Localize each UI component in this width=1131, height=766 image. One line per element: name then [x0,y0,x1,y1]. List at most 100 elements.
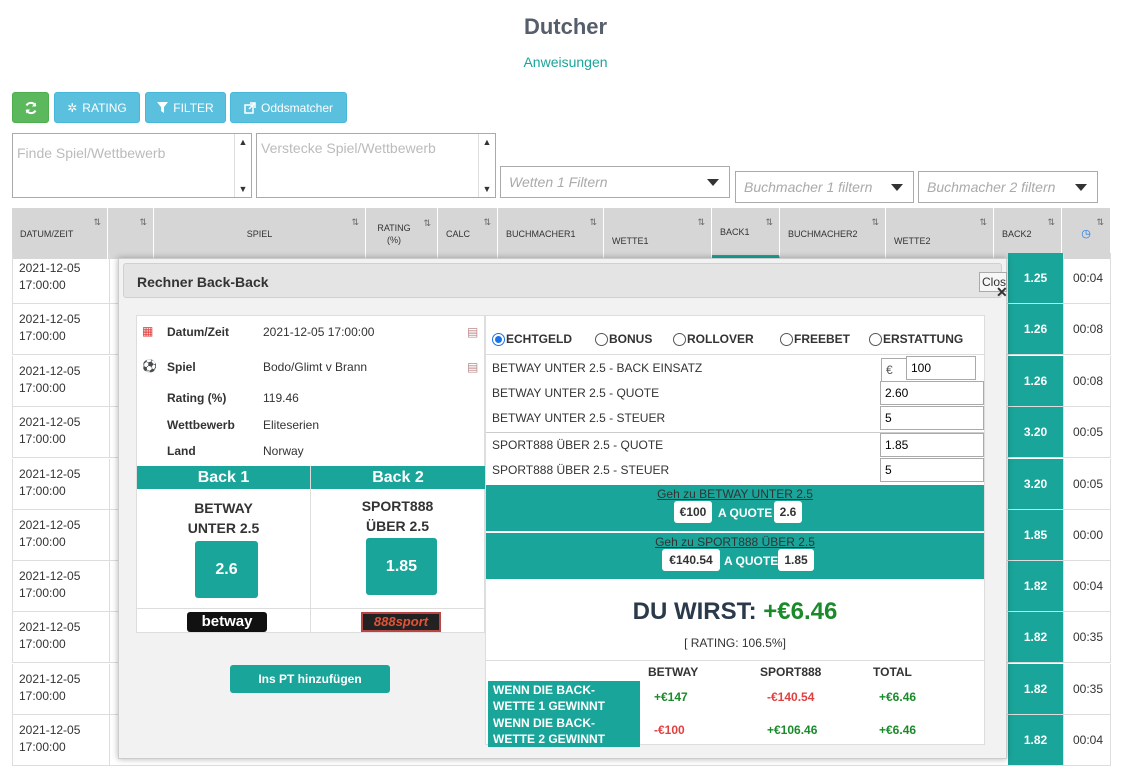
goto-sport888-panel: Geh zu SPORT888 ÜBER 2.5 €140.54 A QUOTE… [486,533,984,579]
goto1-odds: 2.6 [774,501,802,523]
mode-bonus-label: BONUS [609,332,653,346]
888sport-logo[interactable]: 888sport [361,612,441,632]
hide-game-input[interactable]: Verstecke Spiel/Wettbewerb ▲ ▼ [256,133,496,198]
currency-addon: € [881,358,907,382]
row-back2[interactable]: 1.82 [1008,561,1063,611]
result-rating: [ RATING: 106.5%] [684,636,786,650]
mode-erstattung-radio[interactable]: ERSTATTUNG [869,332,963,346]
row-time: 17:00:00 [19,381,66,395]
back2-selection: SPORT888 ÜBER 2.5 [311,496,484,536]
sort-icon: ⇅ [93,217,101,227]
row-back2[interactable]: 3.20 [1008,459,1063,509]
clock-icon: ◷ [1081,228,1091,240]
quote1-label: BETWAY UNTER 2.5 - QUOTE [492,386,660,400]
mode-bonus-radio[interactable]: BONUS [595,332,652,346]
bet1-filter-select[interactable]: Wetten 1 Filtern [500,166,730,198]
find-scrollbar[interactable]: ▲ ▼ [234,134,251,197]
mode-erstattung-label: ERSTATTUNG [883,332,964,346]
row1-betway: +€147 [654,690,688,704]
close-icon[interactable]: ✕ [996,284,1008,301]
row-updated: 00:08 [1063,304,1112,354]
wettbewerb-value: Eliteserien [263,418,320,432]
copy-icon[interactable]: ▤ [467,360,478,374]
col-bookmaker2[interactable]: BUCHMACHER2 ⇅ [780,208,886,259]
instructions-link[interactable]: Anweisungen [0,54,1131,70]
col-calc[interactable]: CALC ⇅ [438,208,498,259]
row2-total: +€6.46 [879,723,917,737]
bookmaker2-filter-placeholder: Buchmacher 2 filtern [927,179,1056,195]
tax1-input[interactable]: 5 [880,406,984,430]
row-back2[interactable]: 1.26 [1008,304,1063,354]
mode-rollover-radio[interactable]: ROLLOVER [673,332,754,346]
betway-logo[interactable]: betway [187,612,267,632]
row-datetime: 2021-12-05 17:00:00 [19,619,80,653]
match-info-panel: ▦ Datum/Zeit 2021-12-05 17:00:00 ▤ ⚽ Spi… [136,315,485,633]
external-link-icon [244,101,256,114]
col-wette2[interactable]: WETTE2 ⇅ [886,208,994,259]
col-bookmaker1[interactable]: BUCHMACHER1 ⇅ [498,208,604,259]
row-date: 2021-12-05 [19,518,81,532]
goto2-amount: €140.54 [662,549,720,571]
row-time: 17:00:00 [19,329,66,343]
row-back2[interactable]: 1.85 [1008,510,1063,560]
row-back2[interactable]: 3.20 [1008,407,1063,457]
scroll-down-icon: ▼ [482,184,492,194]
sort-icon: ⇅ [139,217,147,227]
col-datum-label: DATUM/ZEIT [20,228,74,239]
col-spiel[interactable]: SPIEL ⇅ [154,208,366,259]
filter-button[interactable]: FILTER [145,92,226,123]
tax2-input[interactable]: 5 [880,458,984,482]
radio-icon [780,332,793,346]
find-game-placeholder: Finde Spiel/Wettbewerb [17,145,166,161]
row-back2[interactable]: 1.82 [1008,664,1063,714]
refresh-button[interactable] [12,92,49,123]
refresh-icon [25,101,36,114]
tax2-label: SPORT888 ÜBER 2.5 - STEUER [492,463,670,477]
goto-betway-link[interactable]: Geh zu BETWAY UNTER 2.5 [486,487,984,501]
col-datum[interactable]: DATUM/ZEIT ⇅ [12,208,108,259]
goto-sport888-link[interactable]: Geh zu SPORT888 ÜBER 2.5 [486,535,984,549]
back1-odds-box: 2.6 [195,541,258,598]
bookmaker1-filter-select[interactable]: Buchmacher 1 filtern [735,171,914,203]
goto-betway-panel: Geh zu BETWAY UNTER 2.5 €100 A QUOTE 2.6 [486,485,984,531]
mode-echtgeld-radio[interactable]: ECHTGELD [492,332,572,346]
hide-scrollbar[interactable]: ▲ ▼ [478,134,495,197]
row2-betway: -€100 [654,723,685,737]
quote1-input[interactable]: 2.60 [880,381,984,405]
profit-value: +€6.46 [763,598,838,625]
col-wette1[interactable]: WETTE1 ⇅ [604,208,712,259]
bookmaker2-filter-select[interactable]: Buchmacher 2 filtern [918,171,1098,203]
col-blank[interactable]: ⇅ [108,208,154,259]
col-back1[interactable]: BACK1 ⇅ [712,208,780,259]
rating-button[interactable]: ✲ RATING [54,92,140,123]
row-date: 2021-12-05 [19,312,81,326]
modal-header: Rechner Back-Back Close ✕ [123,263,1008,300]
oddsmatcher-button[interactable]: Oddsmatcher [230,92,347,123]
copy-icon[interactable]: ▤ [467,325,478,339]
col-time[interactable]: ◷ ⇅ [1062,208,1111,259]
row-datetime: 2021-12-05 17:00:00 [19,517,80,551]
add-to-pt-button[interactable]: Ins PT hinzufügen [230,665,390,693]
row-date: 2021-12-05 [19,261,81,275]
row-back2[interactable]: 1.82 [1008,715,1063,765]
mode-freebet-radio[interactable]: FREEBET [780,332,850,346]
row-updated: 00:08 [1063,356,1112,406]
row-time: 17:00:00 [19,637,66,651]
sort-icon: ⇅ [1047,217,1055,227]
datum-label: Datum/Zeit [167,325,230,339]
row-back2[interactable]: 1.26 [1008,356,1063,406]
sort-icon: ⇅ [871,217,879,227]
stake-input[interactable]: 100 [906,356,976,380]
find-game-input[interactable]: Finde Spiel/Wettbewerb ▲ ▼ [12,133,252,198]
quote2-input[interactable]: 1.85 [880,433,984,457]
row-back2[interactable]: 1.25 [1008,253,1063,303]
col-wette1-label: WETTE1 [612,235,649,246]
row-back2[interactable]: 1.82 [1008,612,1063,662]
row-time: 17:00:00 [19,586,66,600]
col-back1-label: BACK1 [720,226,750,237]
row-datetime: 2021-12-05 17:00:00 [19,414,80,448]
row-time: 17:00:00 [19,278,66,292]
col-rating[interactable]: RATING (%) ⇅ [366,208,438,259]
radio-icon [869,332,882,346]
col-back2[interactable]: BACK2 ⇅ [994,208,1062,259]
